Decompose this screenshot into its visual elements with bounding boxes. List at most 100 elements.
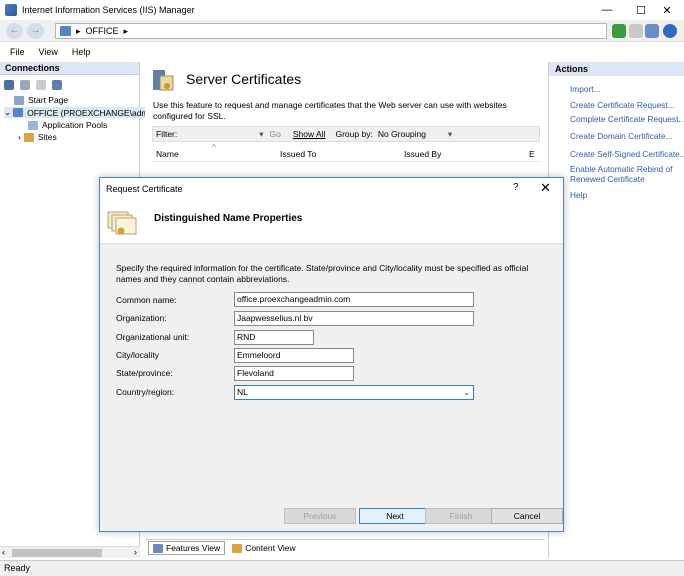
menu-help[interactable]: Help [72,47,91,57]
content-view-icon [232,543,243,553]
col-issued-by[interactable]: Issued By [404,149,441,159]
path-separator-icon: ▸ [123,25,129,36]
organizational-unit-label: Organizational unit: [116,332,190,342]
app-pool-icon [28,120,38,130]
action-help[interactable]: Help [570,190,587,200]
certificate-table-header: Name ^ Issued To Issued By E [152,142,540,162]
path-item-office[interactable]: OFFICE [86,26,119,36]
next-button[interactable]: Next [359,508,431,524]
menu-file[interactable]: File [10,47,25,57]
common-name-input[interactable]: office.proexchangeadmin.com [234,292,474,307]
filter-bar: Filter: ▾ Go Show All Group by: No Group… [152,126,540,142]
col-name[interactable]: Name [156,149,179,159]
back-button[interactable]: ← [6,23,23,39]
tab-features-view[interactable]: Features View [148,541,226,555]
col-issued-to[interactable]: Issued To [280,149,316,159]
filter-input[interactable] [177,128,257,140]
organization-input[interactable]: Jaapwesselius.nl bv [234,311,474,326]
tree-item-label: Start Page [28,95,69,105]
chevron-right-icon[interactable]: › [18,132,21,142]
scroll-thumb[interactable] [12,549,102,557]
actions-pane: Actions Import... Create Certificate Req… [548,62,684,558]
view-tabs: Features View Content View [145,539,545,556]
tab-label: Content View [245,543,296,553]
connect-icon[interactable] [4,80,14,90]
dialog-title: Request Certificate [106,184,183,194]
connections-toolbar [0,75,139,95]
tree-item-sites[interactable]: › Sites [18,132,57,142]
organizational-unit-input[interactable]: RND [234,330,314,345]
dialog-close-button[interactable]: ✕ [540,180,551,196]
path-separator-icon: ▸ [76,25,81,36]
window-title: Internet Information Services (IIS) Mana… [22,5,195,15]
action-create-certificate-request[interactable]: Create Certificate Request... [570,100,675,110]
menu-view[interactable]: View [39,47,58,57]
server-icon [13,108,24,117]
connections-icon[interactable] [52,80,62,90]
status-bar: Ready [0,560,684,576]
menu-bar: File View Help [0,43,684,60]
tree-item-server[interactable]: ⌄ OFFICE (PROEXCHANGE\adm [4,107,149,118]
tree-item-label: Application Pools [42,120,108,130]
scroll-left-icon[interactable]: ‹ [2,547,5,557]
server-certificates-icon [153,70,174,91]
tab-label: Features View [166,543,221,553]
home-icon[interactable] [645,24,659,38]
chevron-down-icon[interactable]: ⌄ [4,107,11,118]
group-by-select[interactable]: No Grouping [378,129,448,139]
refresh-icon[interactable] [612,24,626,38]
tree-item-start-page[interactable]: Start Page [14,95,68,105]
connections-header: Connections [0,62,139,75]
request-certificate-dialog: Request Certificate ? ✕ Distinguished Na… [99,177,564,532]
previous-button[interactable]: Previous [284,508,356,524]
common-name-label: Common name: [116,295,177,305]
minimize-button[interactable]: — [590,0,624,20]
dialog-instructions: Specify the required information for the… [116,263,529,284]
action-enable-automatic-rebind-line2[interactable]: Renewed Certificate [570,174,645,184]
dialog-heading: Distinguished Name Properties [154,213,303,224]
address-box[interactable]: ▸ OFFICE ▸ [55,23,607,39]
action-create-self-signed-certificate[interactable]: Create Self-Signed Certificate... [570,149,684,159]
connections-hscrollbar[interactable]: ‹ › [0,546,140,558]
city-locality-input[interactable]: Emmeloord [234,348,354,363]
state-province-input[interactable]: Flevoland [234,366,354,381]
dialog-titlebar: Request Certificate ? ✕ [100,178,563,200]
city-locality-label: City/locality [116,350,159,360]
close-button[interactable]: ✕ [650,0,684,20]
country-region-select[interactable]: NL ⌄ [234,385,474,400]
forward-button[interactable]: → [27,23,44,39]
tree-item-label: OFFICE (PROEXCHANGE\adm [27,107,149,118]
finish-button[interactable]: Finish [425,508,497,524]
sites-icon [23,132,34,142]
group-by-dropdown-icon[interactable]: ▾ [448,129,452,140]
tree-item-application-pools[interactable]: Application Pools [28,120,107,130]
action-import[interactable]: Import... [570,84,600,94]
address-bar: ← → ▸ OFFICE ▸ [0,20,684,42]
stop-icon[interactable] [629,24,643,38]
col-expiration[interactable]: E [529,149,535,159]
help-icon[interactable] [663,24,677,38]
action-complete-certificate-request[interactable]: Complete Certificate Request... [570,114,684,124]
country-region-label: Country/region: [116,387,175,397]
chevron-down-icon[interactable]: ⌄ [463,386,470,399]
save-icon[interactable] [20,80,30,90]
filter-dropdown-icon[interactable]: ▾ [259,129,263,140]
server-icon [60,26,71,36]
certificate-icon [107,211,137,235]
cancel-button[interactable]: Cancel [491,508,563,524]
go-button[interactable]: Go [270,129,281,139]
organization-label: Organization: [116,313,167,323]
show-all-button[interactable]: Show All [293,129,326,139]
features-view-icon [153,543,163,553]
actions-header: Actions [549,62,684,76]
tab-content-view[interactable]: Content View [228,542,299,554]
scroll-right-icon[interactable]: › [134,547,137,557]
start-page-icon [14,95,24,105]
dialog-help-button[interactable]: ? [513,182,519,193]
action-create-domain-certificate[interactable]: Create Domain Certificate... [570,131,672,141]
action-enable-automatic-rebind[interactable]: Enable Automatic Rebind of [570,164,672,174]
dialog-body: Specify the required information for the… [100,245,563,499]
status-text: Ready [4,563,31,573]
dialog-header: Distinguished Name Properties [100,200,563,244]
up-icon[interactable] [36,80,46,90]
